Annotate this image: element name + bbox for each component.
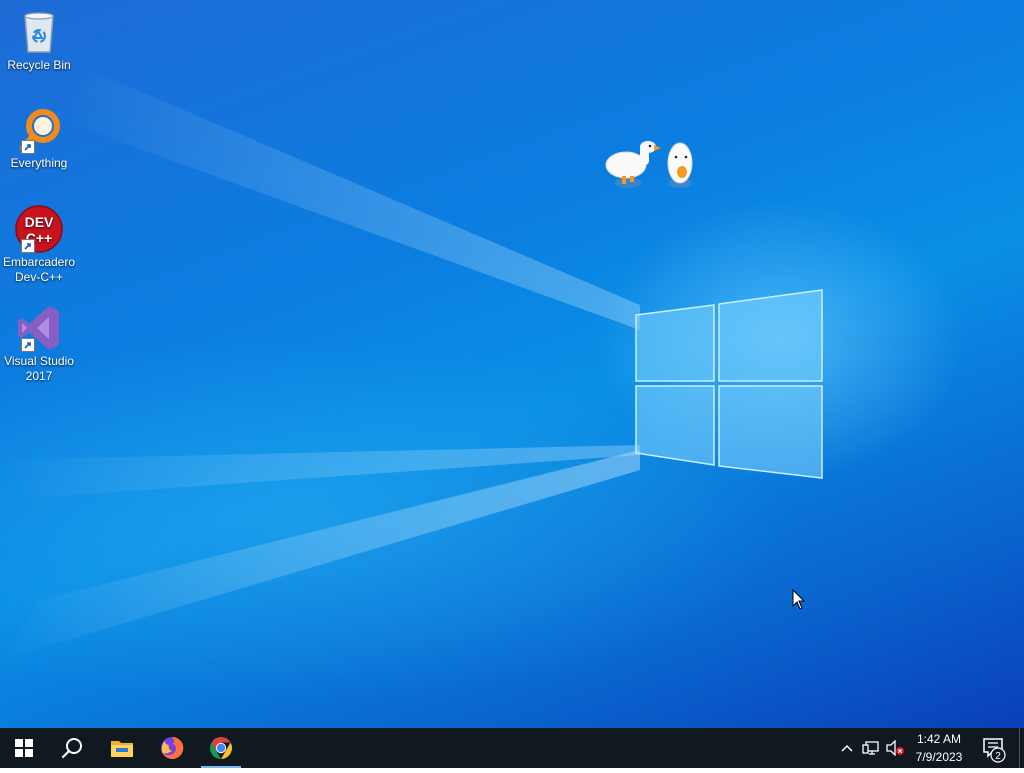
shortcut-arrow-icon — [21, 338, 35, 352]
desktop-icon-visual-studio[interactable]: Visual Studio 2017 — [0, 304, 78, 384]
folder-icon — [111, 741, 133, 757]
network-icon — [862, 741, 879, 755]
icon-label-line2: 2017 — [25, 369, 53, 383]
dev-cpp-icon: DEV C++ — [15, 205, 63, 253]
wallpaper-light-beams — [0, 70, 640, 660]
desktop[interactable]: Recycle Bin Everything DEV C++ Embarcade… — [0, 0, 1024, 728]
clock-time: 1:42 AM — [916, 732, 962, 746]
desktop-icon-everything[interactable]: Everything — [0, 106, 78, 171]
volume-muted-icon — [886, 740, 904, 756]
goose-facing — [667, 142, 693, 188]
chevron-up-icon — [841, 744, 853, 752]
everything-search-icon — [15, 106, 63, 154]
desktop-icon-recycle-bin[interactable]: Recycle Bin — [0, 8, 78, 73]
desktop-geese[interactable] — [600, 135, 705, 195]
windows-logo-icon — [15, 739, 33, 757]
shortcut-arrow-icon — [21, 239, 35, 253]
mouse-cursor-icon — [792, 589, 806, 610]
icon-label-line2: Dev-C++ — [14, 270, 64, 284]
search-icon — [61, 738, 82, 759]
taskbar-file-explorer[interactable] — [98, 728, 146, 768]
icon-label-line1: Visual Studio — [4, 354, 74, 368]
icon-label: Everything — [10, 156, 68, 170]
notification-count: 2 — [995, 751, 1001, 762]
icon-label: Recycle Bin — [7, 58, 71, 72]
search-button[interactable] — [48, 728, 96, 768]
goose-walking — [605, 141, 661, 188]
windows-wallpaper-logo — [635, 289, 823, 479]
dev-logo-text: DEV — [25, 214, 54, 230]
network-tray-button[interactable] — [861, 738, 881, 758]
action-center-button[interactable]: 2 — [978, 728, 1018, 768]
start-button[interactable] — [0, 728, 48, 768]
desktop-icon-dev-cpp[interactable]: DEV C++ Embarcadero Dev-C++ — [0, 205, 78, 285]
taskbar-clock[interactable]: 1:42 AM 7/9/2023 — [906, 730, 972, 766]
visual-studio-icon — [15, 304, 63, 352]
volume-tray-button[interactable] — [885, 738, 905, 758]
icon-label-line1: Embarcadero — [2, 255, 76, 269]
show-desktop-button[interactable] — [1019, 728, 1024, 768]
clock-date: 7/9/2023 — [915, 750, 963, 764]
show-hidden-icons-button[interactable] — [837, 738, 857, 758]
shortcut-arrow-icon — [21, 140, 35, 154]
recycle-bin-icon — [15, 8, 63, 56]
taskbar-chrome[interactable] — [197, 728, 245, 768]
chrome-icon — [210, 737, 232, 759]
taskbar-firefox[interactable] — [148, 728, 196, 768]
firefox-icon — [161, 736, 184, 759]
taskbar: 1:42 AM 7/9/2023 2 — [0, 728, 1024, 768]
notification-icon: 2 — [983, 738, 1006, 763]
